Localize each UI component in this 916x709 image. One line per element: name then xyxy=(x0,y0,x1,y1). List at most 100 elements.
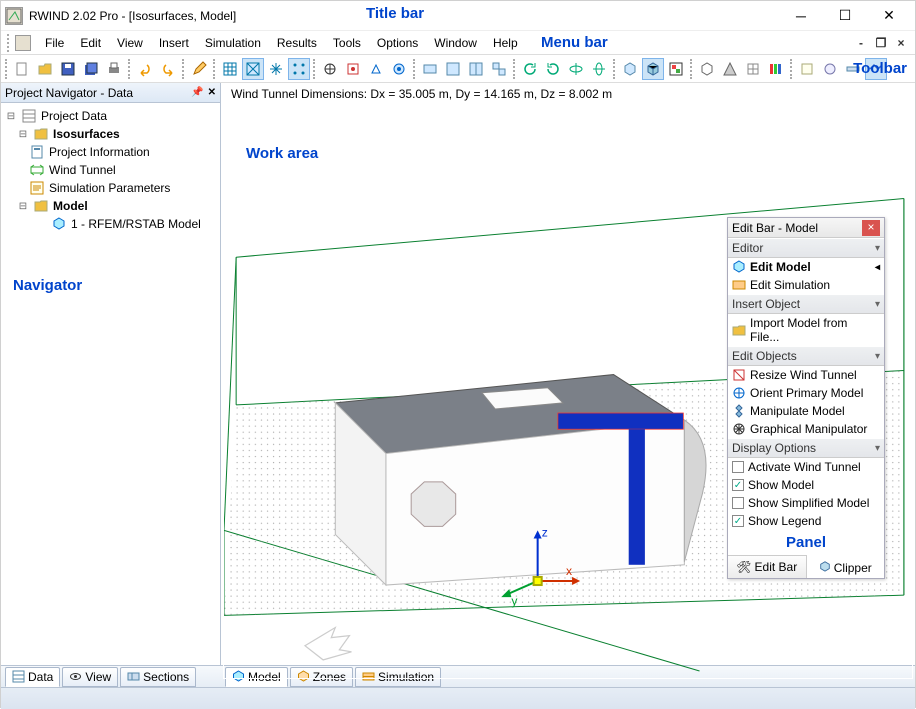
toolbar-handle-3[interactable] xyxy=(182,59,185,79)
item-manipulate-model[interactable]: Manipulate Model xyxy=(728,402,884,420)
section-edit-objects[interactable]: Edit Objects▾ xyxy=(728,346,884,366)
box2-button[interactable] xyxy=(642,58,664,80)
undo-button[interactable] xyxy=(134,58,156,80)
view4-button[interactable] xyxy=(488,58,510,80)
expand-icon[interactable]: ⊟ xyxy=(5,111,17,122)
misc4-button[interactable] xyxy=(865,58,887,80)
expand-icon[interactable]: ⊟ xyxy=(17,129,29,140)
panel-tab-clipper[interactable]: Clipper xyxy=(807,555,885,578)
misc3-button[interactable] xyxy=(842,58,864,80)
checkbox-show-simplified[interactable] xyxy=(732,497,744,509)
item-import-model[interactable]: Import Model from File... xyxy=(728,314,884,346)
view2-button[interactable] xyxy=(442,58,464,80)
menu-options[interactable]: Options xyxy=(369,34,426,52)
close-button[interactable]: ✕ xyxy=(867,1,911,31)
tool-d-button[interactable] xyxy=(388,58,410,80)
toolbar-handle-1[interactable] xyxy=(5,59,8,79)
menu-edit[interactable]: Edit xyxy=(72,34,109,52)
tree-sim-params[interactable]: Simulation Parameters xyxy=(3,179,218,197)
tree-project-info[interactable]: Project Information xyxy=(3,143,218,161)
misc1-button[interactable] xyxy=(796,58,818,80)
grid1-button[interactable] xyxy=(219,58,241,80)
toolbar-handle-9[interactable] xyxy=(690,59,693,79)
grid2-button[interactable] xyxy=(242,58,264,80)
pin-icon[interactable]: 📌 xyxy=(191,87,203,98)
rotate3-button[interactable] xyxy=(565,58,587,80)
menu-tools[interactable]: Tools xyxy=(325,34,369,52)
view1-button[interactable] xyxy=(419,58,441,80)
section-display[interactable]: Display Options▾ xyxy=(728,438,884,458)
toolbar-handle-4[interactable] xyxy=(213,59,216,79)
checkbox-show-model[interactable]: ✓ xyxy=(732,479,744,491)
nav-tab-data[interactable]: Data xyxy=(5,667,60,687)
menu-help[interactable]: Help xyxy=(485,34,526,52)
item-resize-wt[interactable]: Resize Wind Tunnel xyxy=(728,366,884,384)
menu-view[interactable]: View xyxy=(109,34,151,52)
mesh-button[interactable] xyxy=(265,58,287,80)
nav-tab-view[interactable]: View xyxy=(62,667,118,687)
rotate4-button[interactable] xyxy=(588,58,610,80)
nav-tab-sections[interactable]: Sections xyxy=(120,667,196,687)
tree-model[interactable]: ⊟ Model xyxy=(3,197,218,215)
menu-insert[interactable]: Insert xyxy=(151,34,197,52)
redo-button[interactable] xyxy=(157,58,179,80)
item-edit-model[interactable]: Edit Model ◂ xyxy=(728,258,884,276)
edit-bar-panel[interactable]: Edit Bar - Model × Editor▾ Edit Model ◂ … xyxy=(727,217,885,579)
toolbar-handle-7[interactable] xyxy=(513,59,516,79)
tree-rfem[interactable]: 1 - RFEM/RSTAB Model xyxy=(3,215,218,233)
mdi-close[interactable]: × xyxy=(893,36,909,50)
mdi-minimize[interactable]: - xyxy=(853,36,869,50)
panel-tab-editbar[interactable]: 🛠 Edit Bar xyxy=(728,556,807,578)
panel-title-bar[interactable]: Edit Bar - Model × xyxy=(728,218,884,238)
open-button[interactable] xyxy=(34,58,56,80)
menu-window[interactable]: Window xyxy=(426,34,485,52)
save-button[interactable] xyxy=(57,58,79,80)
menu-results[interactable]: Results xyxy=(269,34,325,52)
section-insert[interactable]: Insert Object▾ xyxy=(728,294,884,314)
shade-button[interactable] xyxy=(719,58,741,80)
item-show-legend[interactable]: ✓ Show Legend xyxy=(728,512,884,530)
toolbar-handle-8[interactable] xyxy=(613,59,616,79)
saveall-button[interactable] xyxy=(80,58,102,80)
new-button[interactable] xyxy=(11,58,33,80)
maximize-button[interactable]: ☐ xyxy=(823,1,867,31)
misc2-button[interactable] xyxy=(819,58,841,80)
rotate2-button[interactable] xyxy=(542,58,564,80)
box1-button[interactable] xyxy=(619,58,641,80)
print-button[interactable] xyxy=(103,58,125,80)
box3-button[interactable] xyxy=(665,58,687,80)
item-graphical-manipulator[interactable]: Graphical Manipulator xyxy=(728,420,884,438)
item-activate-wt[interactable]: Activate Wind Tunnel xyxy=(728,458,884,476)
checkbox-activate-wt[interactable] xyxy=(732,461,744,473)
item-edit-simulation[interactable]: Edit Simulation xyxy=(728,276,884,294)
view3-button[interactable] xyxy=(465,58,487,80)
menu-file[interactable]: File xyxy=(37,34,72,52)
edit-button[interactable] xyxy=(188,58,210,80)
expand-icon[interactable]: ⊟ xyxy=(17,201,29,212)
toolbar-handle-6[interactable] xyxy=(413,59,416,79)
tool-c-button[interactable] xyxy=(365,58,387,80)
colormap-button[interactable] xyxy=(765,58,787,80)
item-show-model[interactable]: ✓ Show Model xyxy=(728,476,884,494)
minimize-button[interactable]: ─ xyxy=(779,1,823,31)
toolbar-handle-2[interactable] xyxy=(128,59,131,79)
iso-button[interactable] xyxy=(696,58,718,80)
tree-root[interactable]: ⊟ Project Data xyxy=(3,107,218,125)
mdi-restore[interactable]: ❐ xyxy=(873,36,889,50)
checkbox-show-legend[interactable]: ✓ xyxy=(732,515,744,527)
work-area[interactable]: Wind Tunnel Dimensions: Dx = 35.005 m, D… xyxy=(221,83,915,665)
navigator-close[interactable]: ✕ xyxy=(208,87,216,98)
menu-simulation[interactable]: Simulation xyxy=(197,34,269,52)
item-orient-model[interactable]: Orient Primary Model xyxy=(728,384,884,402)
menu-handle[interactable] xyxy=(7,34,11,52)
tool-a-button[interactable] xyxy=(319,58,341,80)
item-show-simplified[interactable]: Show Simplified Model xyxy=(728,494,884,512)
points-button[interactable] xyxy=(288,58,310,80)
panel-close[interactable]: × xyxy=(862,220,880,236)
toolbar-handle-5[interactable] xyxy=(313,59,316,79)
tree-wind-tunnel[interactable]: Wind Tunnel xyxy=(3,161,218,179)
wire-button[interactable] xyxy=(742,58,764,80)
tree-isosurfaces[interactable]: ⊟ Isosurfaces xyxy=(3,125,218,143)
rotate1-button[interactable] xyxy=(519,58,541,80)
toolbar-handle-10[interactable] xyxy=(790,59,793,79)
